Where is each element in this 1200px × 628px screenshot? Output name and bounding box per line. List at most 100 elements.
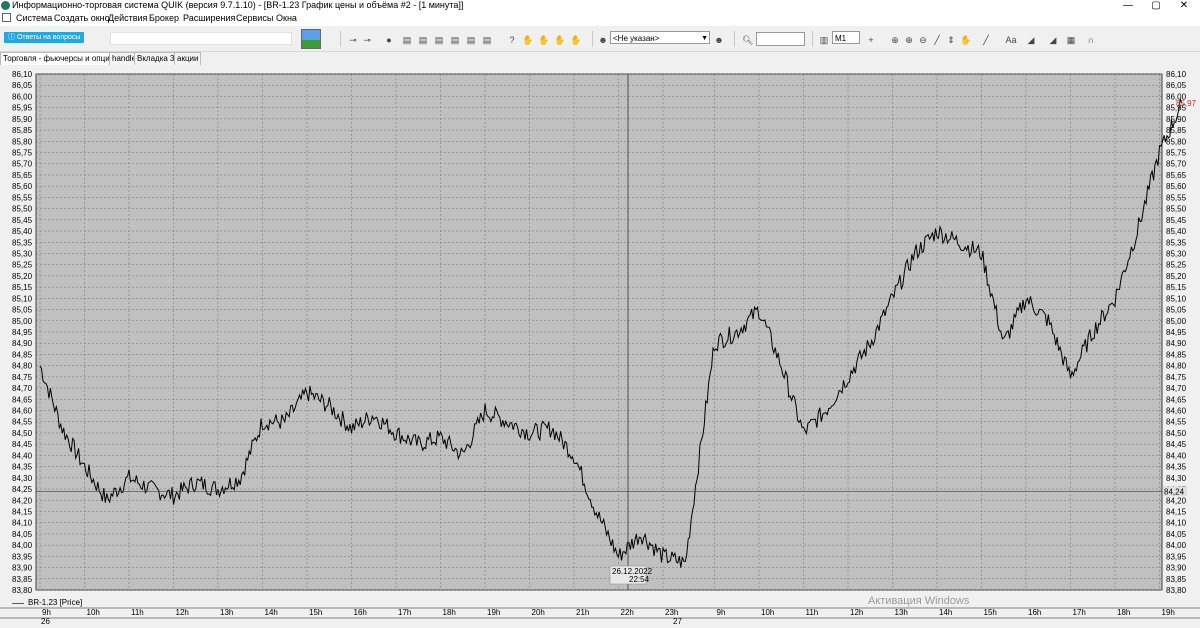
table-icon[interactable]: ▤ — [402, 35, 412, 45]
menu-broker[interactable]: Брокер — [149, 13, 179, 24]
y-tick-label-right: 84,75 — [1166, 373, 1187, 382]
table-icon[interactable]: ▤ — [434, 35, 444, 45]
line-icon[interactable]: ╱ — [981, 35, 991, 45]
y-tick-label-right: 84,80 — [1166, 362, 1187, 371]
menu-actions[interactable]: Действия — [108, 13, 147, 24]
key-icon[interactable]: ⊸ — [348, 35, 358, 45]
y-tick-label-right: 85,40 — [1166, 227, 1187, 236]
y-tick-label-left: 83,95 — [12, 552, 33, 561]
hand-icon[interactable]: ✋ — [538, 35, 549, 45]
y-tick-label-left: 85,85 — [12, 126, 33, 135]
y-tick-label-right: 86,05 — [1166, 81, 1187, 90]
table-icon[interactable]: ▤ — [450, 35, 460, 45]
info-icon[interactable]: ? — [507, 35, 517, 45]
zoom-out-icon[interactable]: ⊖ — [918, 35, 928, 45]
y-tick-label-left: 85,90 — [12, 115, 33, 124]
text-tool-button[interactable]: Aa — [1004, 35, 1018, 45]
y-tick-label-right: 83,80 — [1166, 586, 1187, 595]
minimize-button[interactable]: — — [1116, 0, 1140, 11]
fill-icon[interactable]: ◢ — [1026, 35, 1036, 45]
y-tick-label-right: 84,85 — [1166, 350, 1187, 359]
hand-icon[interactable]: ✋ — [554, 35, 565, 45]
price-chart-area[interactable]: 86,10 86,10 86,05 86,05 86,00 86,00 85,95 85,95… — [0, 66, 1200, 628]
table-icon[interactable]: ▤ — [482, 35, 492, 45]
y-tick-label-right: 84,95 — [1166, 328, 1187, 337]
x-tick-label: 22h — [621, 608, 634, 617]
toolbar-separator — [812, 31, 813, 47]
table-icon[interactable]: ▤ — [418, 35, 428, 45]
y-tick-label-left: 84,15 — [12, 507, 33, 516]
message-field[interactable] — [110, 32, 292, 45]
legend-line — [12, 603, 24, 604]
window-menu-icon[interactable] — [2, 13, 11, 22]
menu-system[interactable]: Система — [16, 13, 52, 24]
y-tick-label-left: 84,35 — [12, 463, 33, 472]
title-bar: Информационно-торговая система QUIK (вер… — [0, 0, 1200, 11]
y-tick-label-right: 85,55 — [1166, 193, 1187, 202]
toolbar: ⓘ Ответы на вопросы ⊸ ⊸ ● ▤ ▤ ▤ ▤ ▤ ▤ ? … — [0, 27, 1200, 52]
y-tick-label-left: 85,35 — [12, 238, 33, 247]
y-tick-label-right: 85,35 — [1166, 238, 1187, 247]
hand-icon[interactable]: ✋ — [960, 35, 971, 45]
x-tick-label: 13h — [895, 608, 908, 617]
y-tick-label-right: 85,45 — [1166, 216, 1187, 225]
y-tick-label-right: 83,85 — [1166, 575, 1187, 584]
answers-button[interactable]: ⓘ Ответы на вопросы — [4, 32, 85, 43]
toolbar-separator — [340, 31, 341, 47]
client-icon[interactable]: ☻ — [714, 35, 724, 45]
y-tick-label-left: 85,45 — [12, 216, 33, 225]
y-tick-label-left: 85,55 — [12, 193, 33, 202]
chart-icon[interactable]: ▥ — [819, 35, 829, 45]
window-title: Информационно-торговая система QUIK (вер… — [12, 0, 464, 10]
landscape-icon[interactable] — [301, 29, 321, 49]
search-input[interactable] — [756, 32, 805, 46]
y-tick-label-left: 84,90 — [12, 339, 33, 348]
zoom-in-icon[interactable]: ⊕ — [890, 35, 900, 45]
y-tick-label-right: 84,65 — [1166, 395, 1187, 404]
y-tick-label-right: 84,50 — [1166, 429, 1187, 438]
magnet-icon[interactable]: ∩ — [1086, 35, 1096, 45]
menu-windows[interactable]: Окна — [276, 13, 297, 24]
hand-icon[interactable]: ✋ — [570, 35, 581, 45]
close-button[interactable]: ✕ — [1172, 0, 1196, 11]
y-tick-label-left: 85,70 — [12, 160, 33, 169]
y-tick-label-left: 85,00 — [12, 317, 33, 326]
menu-create-window[interactable]: Создать окно — [54, 13, 110, 24]
menu-services[interactable]: Сервисы — [236, 13, 273, 24]
y-tick-label-right: 83,95 — [1166, 552, 1187, 561]
order-icon[interactable]: ● — [384, 35, 394, 45]
y-tick-label-left: 84,80 — [12, 362, 33, 371]
menu-extensions[interactable]: Расширения — [183, 13, 235, 24]
price-chart[interactable]: 86,10 86,1086,05 86,0586,00 86,0085,95 85,95… — [0, 66, 1200, 628]
toolbar-separator — [592, 31, 593, 47]
maximize-button[interactable]: ▢ — [1144, 0, 1168, 11]
x-tick-label: 14h — [939, 608, 952, 617]
tab-3[interactable]: Вкладка 3 — [134, 52, 178, 65]
search-icon[interactable]: 🔍︎ — [742, 35, 753, 45]
account-select[interactable]: <Не указан> ▼ — [610, 31, 710, 44]
cross-icon[interactable]: + — [866, 35, 876, 45]
key-plus-icon[interactable]: ⊸ — [362, 35, 372, 45]
x-tick-label: 16h — [1028, 608, 1041, 617]
tab-stocks[interactable]: акции — [174, 52, 202, 65]
zoom-in-icon[interactable]: ⊕ — [904, 35, 914, 45]
y-tick-label-left: 84,50 — [12, 429, 33, 438]
ruler-icon[interactable]: ╱ — [932, 35, 942, 45]
user-icon[interactable]: ☻ — [598, 35, 608, 45]
y-tick-label-right: 85,85 — [1166, 126, 1187, 135]
x-tick-label: 13h — [220, 608, 233, 617]
scale-icon[interactable]: ⇕ — [946, 35, 956, 45]
x-tick-label: 23h — [665, 608, 678, 617]
y-tick-label-right: 84,05 — [1166, 530, 1187, 539]
template-icon[interactable]: ▦ — [1066, 35, 1076, 45]
table-icon[interactable]: ▤ — [466, 35, 476, 45]
y-tick-label-left: 84,65 — [12, 395, 33, 404]
interval-select[interactable]: M1 — [832, 31, 860, 44]
x-tick-label: 20h — [532, 608, 545, 617]
y-tick-label-left: 84,00 — [12, 541, 33, 550]
y-tick-label-right: 85,15 — [1166, 283, 1187, 292]
y-tick-label-right: 84,70 — [1166, 384, 1187, 393]
hand-icon[interactable]: ✋ — [522, 35, 533, 45]
template-icon[interactable]: ◢ — [1048, 35, 1058, 45]
y-tick-label-left: 84,25 — [12, 485, 33, 494]
